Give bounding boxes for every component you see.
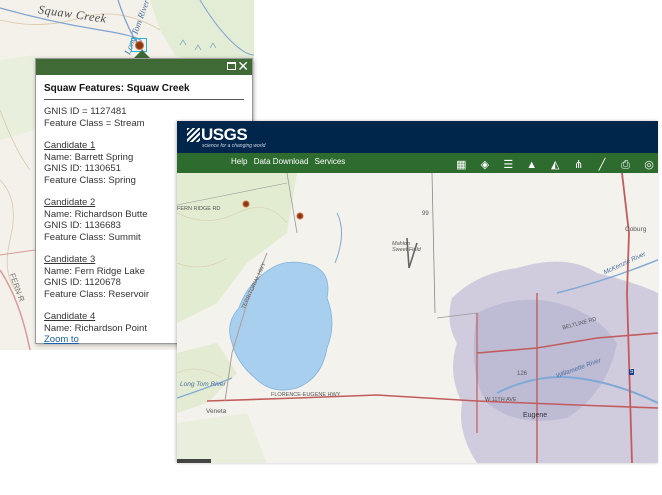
usgs-logo-text: USGS: [201, 125, 248, 144]
basemap-grid-icon[interactable]: ▦: [454, 158, 468, 172]
fern-ridge-road-label: FERN RIDGE RD: [177, 206, 221, 212]
measure-icon[interactable]: ╱: [595, 158, 609, 172]
menu-help[interactable]: Help: [231, 157, 247, 166]
scale-bar: [177, 459, 211, 463]
candidate-marker-2: [296, 212, 304, 220]
highway-126-shield: 126: [517, 371, 528, 377]
menu-services[interactable]: Services: [315, 157, 346, 166]
menu-data-download[interactable]: Data Download: [254, 157, 309, 166]
veneta-label: Veneta: [206, 408, 227, 415]
mahlon-sweet-field-label: Mahlon Sweet Field: [392, 241, 421, 253]
window-maximize-icon[interactable]: [227, 62, 236, 70]
toolbar-icons: ▦ ◈ ☰ ▲ ◭ ⋔ ╱ ⎙ ◎: [449, 155, 656, 173]
candidate-marker-1: [242, 200, 250, 208]
popup-title: Squaw Features: Squaw Creek: [44, 83, 244, 100]
popup-titlebar: ✕: [36, 58, 252, 75]
print-icon[interactable]: ⎙: [619, 158, 633, 172]
overview-icon[interactable]: ◎: [642, 158, 656, 172]
interstate-5-shield: 5: [629, 369, 635, 375]
viewer-toolbar: Help Data Download Services ▦ ◈ ☰ ▲ ◭ ⋔ …: [177, 153, 658, 173]
usgs-logo[interactable]: USGS: [187, 125, 248, 145]
close-icon[interactable]: ✕: [237, 58, 249, 74]
elevation-profile-icon[interactable]: ◭: [548, 158, 562, 172]
zoom-to-link[interactable]: Zoom to: [44, 334, 79, 345]
gnis-id: GNIS ID = 1127481: [44, 106, 127, 117]
usgs-header: USGS science for a changing world: [177, 121, 658, 153]
viewer-menu: Help Data Download Services: [231, 157, 349, 166]
bookmark-icon[interactable]: ▲: [525, 158, 539, 172]
legend-list-icon[interactable]: ☰: [501, 158, 515, 172]
usgs-tagline: science for a changing world: [202, 143, 266, 149]
layers-icon[interactable]: ◈: [478, 158, 492, 172]
coburg-label: Coburg: [625, 226, 647, 233]
usgs-logo-icon: [187, 128, 200, 142]
eugene-label: Eugene: [523, 412, 548, 419]
main-map[interactable]: Veneta Eugene Coburg Mahlon Sweet Field …: [177, 172, 658, 463]
feature-marker[interactable]: [135, 41, 144, 50]
share-icon[interactable]: ⋔: [572, 158, 586, 172]
popup-pointer: [134, 50, 150, 58]
florence-eugene-hwy-label: FLORENCE-EUGENE HWY: [271, 392, 341, 398]
long-tom-river-label: Long Tom River: [180, 381, 226, 388]
highway-99-shield: 99: [422, 211, 429, 217]
w-11th-ave-label: W 11TH AVE: [485, 397, 517, 403]
usgs-map-viewer: USGS science for a changing world Help D…: [177, 121, 658, 463]
